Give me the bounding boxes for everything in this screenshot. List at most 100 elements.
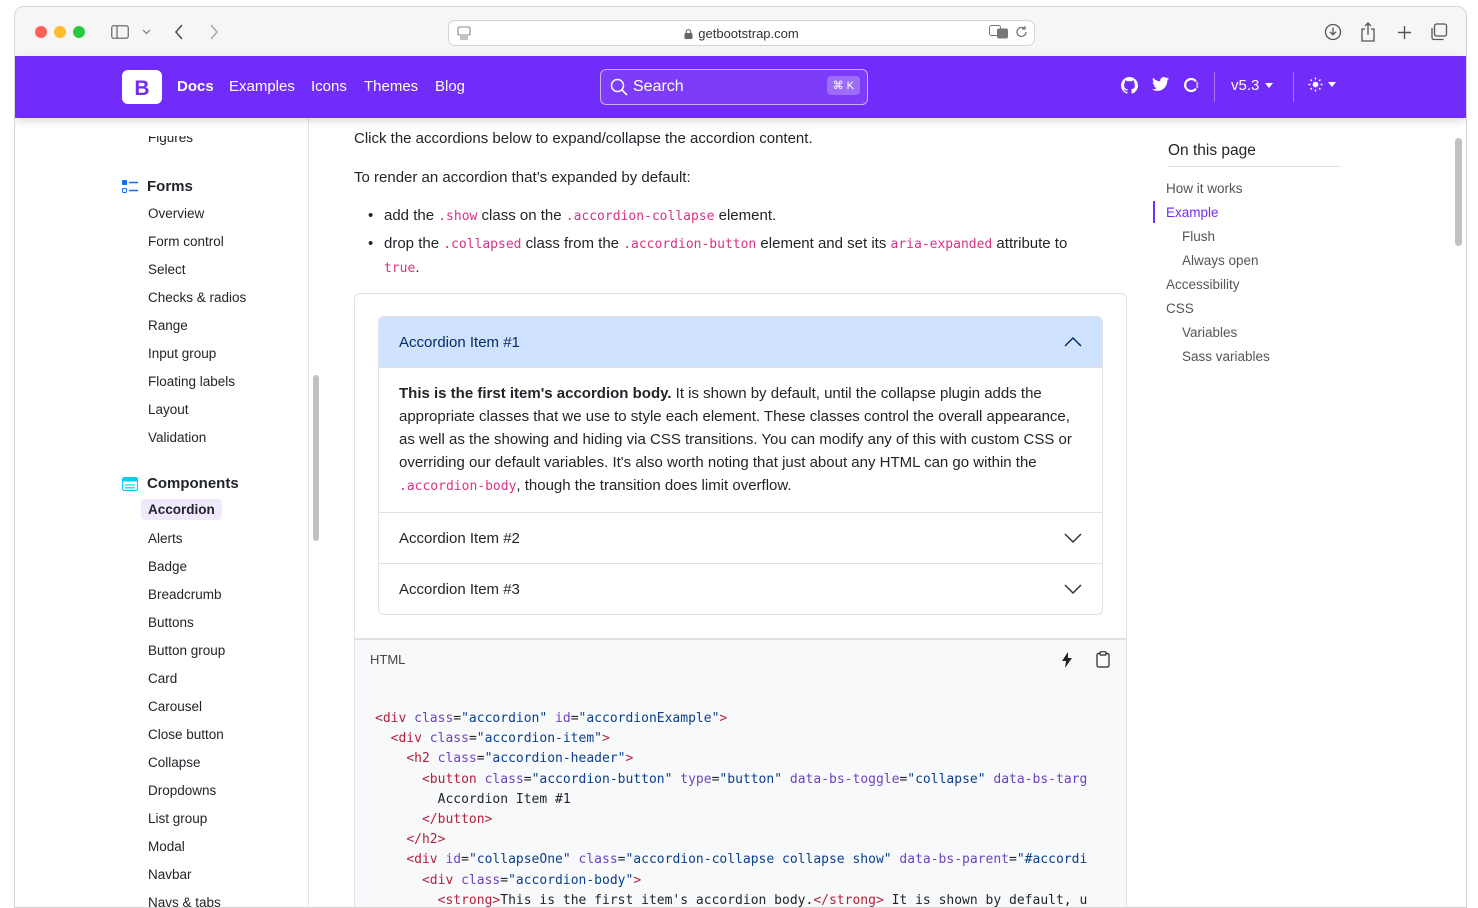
close-window-button[interactable] xyxy=(35,26,47,38)
zoom-window-button[interactable] xyxy=(73,26,85,38)
sidebar-item-range[interactable]: Range xyxy=(148,318,188,333)
bootstrap-navbar: B Docs Examples Icons Themes Blog Search… xyxy=(15,56,1466,118)
sidebar-item-floating-labels[interactable]: Floating labels xyxy=(148,374,235,389)
new-tab-icon[interactable] xyxy=(1394,20,1414,44)
toc-active-indicator xyxy=(1153,201,1155,223)
sidebar-item-checks-radios[interactable]: Checks & radios xyxy=(148,290,246,305)
lock-icon xyxy=(684,29,693,39)
sidebar-item-navbar[interactable]: Navbar xyxy=(148,867,192,882)
sidebar-item-select[interactable]: Select xyxy=(148,262,186,277)
toc-item-variables[interactable]: Variables xyxy=(1182,325,1237,340)
intro-text: Click the accordions below to expand/col… xyxy=(354,130,813,147)
sidebar-toggle-icon[interactable] xyxy=(109,20,131,44)
default-expanded-text: To render an accordion that’s expanded b… xyxy=(354,169,691,186)
sidebar-item-collapse[interactable]: Collapse xyxy=(148,755,201,770)
code-true: true xyxy=(384,261,416,276)
twitter-icon[interactable] xyxy=(1152,77,1169,91)
accordion-title: Accordion Item #2 xyxy=(399,529,520,547)
nav-examples[interactable]: Examples xyxy=(229,78,295,95)
sidebar-item-dropdowns[interactable]: Dropdowns xyxy=(148,783,216,798)
toc-item-always-open[interactable]: Always open xyxy=(1182,253,1259,268)
toc-title: On this page xyxy=(1168,142,1256,159)
page-scrollbar[interactable] xyxy=(1455,138,1462,246)
page-icon xyxy=(457,26,471,43)
sidebar-item-accordion[interactable]: Accordion xyxy=(141,499,222,520)
nav-icons[interactable]: Icons xyxy=(311,78,347,95)
chevron-up-icon xyxy=(1064,336,1082,347)
sidebar-item-modal[interactable]: Modal xyxy=(148,839,185,854)
search-placeholder: Search xyxy=(633,78,684,95)
sidebar-divider xyxy=(308,118,309,907)
sidebar-item-button-group[interactable]: Button group xyxy=(148,643,225,658)
sidebar-item-close-button[interactable]: Close button xyxy=(148,727,224,742)
minimize-window-button[interactable] xyxy=(54,26,66,38)
address-bar[interactable]: getbootstrap.com xyxy=(448,20,1035,46)
url-text: getbootstrap.com xyxy=(698,25,799,41)
share-icon[interactable] xyxy=(1358,20,1378,44)
search-shortcut-badge: ⌘ K xyxy=(826,76,860,95)
instructions-list: • add the .show class on the .accordion-… xyxy=(368,204,1113,280)
toc-divider xyxy=(1168,166,1341,167)
sidebar-group-title: Forms xyxy=(147,178,193,195)
sidebar-item-alerts[interactable]: Alerts xyxy=(148,531,183,546)
sidebar-item-navs-tabs[interactable]: Navs & tabs xyxy=(148,895,221,907)
toc-item-how-it-works[interactable]: How it works xyxy=(1166,181,1243,196)
browser-window: getbootstrap.com B Docs Examples Icons T… xyxy=(14,6,1467,908)
list-item: • drop the .collapsed class from the .ac… xyxy=(368,235,1068,276)
sidebar-item-input-group[interactable]: Input group xyxy=(148,346,216,361)
sidebar-item-carousel[interactable]: Carousel xyxy=(148,699,202,714)
code-aria-expanded: aria-expanded xyxy=(890,237,993,252)
sidebar-item-buttons[interactable]: Buttons xyxy=(148,615,194,630)
reload-icon[interactable] xyxy=(1015,25,1028,42)
toc-item-flush[interactable]: Flush xyxy=(1182,229,1215,244)
accordion-button-3[interactable]: Accordion Item #3 xyxy=(379,563,1102,614)
sidebar-item-badge[interactable]: Badge xyxy=(148,559,187,574)
accordion-title: Accordion Item #1 xyxy=(399,333,520,351)
code-snippet: <div class="accordion" id="accordionExam… xyxy=(354,679,1127,907)
forward-icon[interactable] xyxy=(205,20,223,44)
tab-overview-icon[interactable] xyxy=(1429,20,1449,44)
browser-toolbar: getbootstrap.com xyxy=(15,7,1466,56)
ui-checks-icon xyxy=(122,179,138,193)
toc-item-accessibility[interactable]: Accessibility xyxy=(1166,277,1240,292)
docs-search-button[interactable]: Search ⌘ K xyxy=(600,69,868,105)
toc-item-css[interactable]: CSS xyxy=(1166,301,1194,316)
clipboard-icon[interactable] xyxy=(1096,651,1110,671)
opencollective-icon[interactable] xyxy=(1183,77,1199,93)
code-accordion-body: .accordion-body xyxy=(399,479,517,494)
toc-item-example[interactable]: Example xyxy=(1166,205,1219,220)
downloads-icon[interactable] xyxy=(1323,20,1343,44)
sidebar-scrollbar[interactable] xyxy=(313,375,319,541)
sidebar-item-validation[interactable]: Validation xyxy=(148,430,206,445)
accordion-button-2[interactable]: Accordion Item #2 xyxy=(379,512,1102,563)
sidebar-group-title: Components xyxy=(147,475,239,492)
sidebar-item-layout[interactable]: Layout xyxy=(148,402,189,417)
theme-toggle[interactable] xyxy=(1308,77,1336,92)
sidebar-item-list-group[interactable]: List group xyxy=(148,811,207,826)
sidebar-item-form-control[interactable]: Form control xyxy=(148,234,224,249)
caret-down-icon xyxy=(1328,82,1336,87)
version-dropdown[interactable]: v5.3 xyxy=(1231,77,1274,94)
toc-item-sass-variables[interactable]: Sass variables xyxy=(1182,349,1270,364)
back-icon[interactable] xyxy=(170,20,188,44)
github-icon[interactable] xyxy=(1121,77,1138,94)
code-show: .show xyxy=(438,209,478,224)
accordion-example: Accordion Item #1 This is the first item… xyxy=(378,316,1103,615)
accordion-title: Accordion Item #3 xyxy=(399,580,520,598)
lightning-icon[interactable] xyxy=(1061,652,1073,671)
tab-group-chevron-icon[interactable] xyxy=(139,20,153,44)
sidebar-item-overview[interactable]: Overview xyxy=(148,206,204,221)
sidebar-item-card[interactable]: Card xyxy=(148,671,177,686)
bootstrap-logo[interactable]: B xyxy=(122,70,162,104)
sidebar-group-forms: Forms xyxy=(122,178,193,195)
sidebar-item-figures[interactable]: Figures xyxy=(148,136,193,145)
accordion-body-1: This is the first item's accordion body.… xyxy=(399,385,1072,494)
translate-icon[interactable] xyxy=(989,25,1009,42)
accordion-button-1[interactable]: Accordion Item #1 xyxy=(379,317,1102,368)
search-icon xyxy=(610,78,628,101)
nav-docs[interactable]: Docs xyxy=(177,78,214,95)
code-accordion-collapse: .accordion-collapse xyxy=(565,209,715,224)
chevron-down-icon xyxy=(1064,533,1082,544)
sidebar-item-breadcrumb[interactable]: Breadcrumb xyxy=(148,587,222,602)
chevron-down-icon xyxy=(1064,584,1082,595)
